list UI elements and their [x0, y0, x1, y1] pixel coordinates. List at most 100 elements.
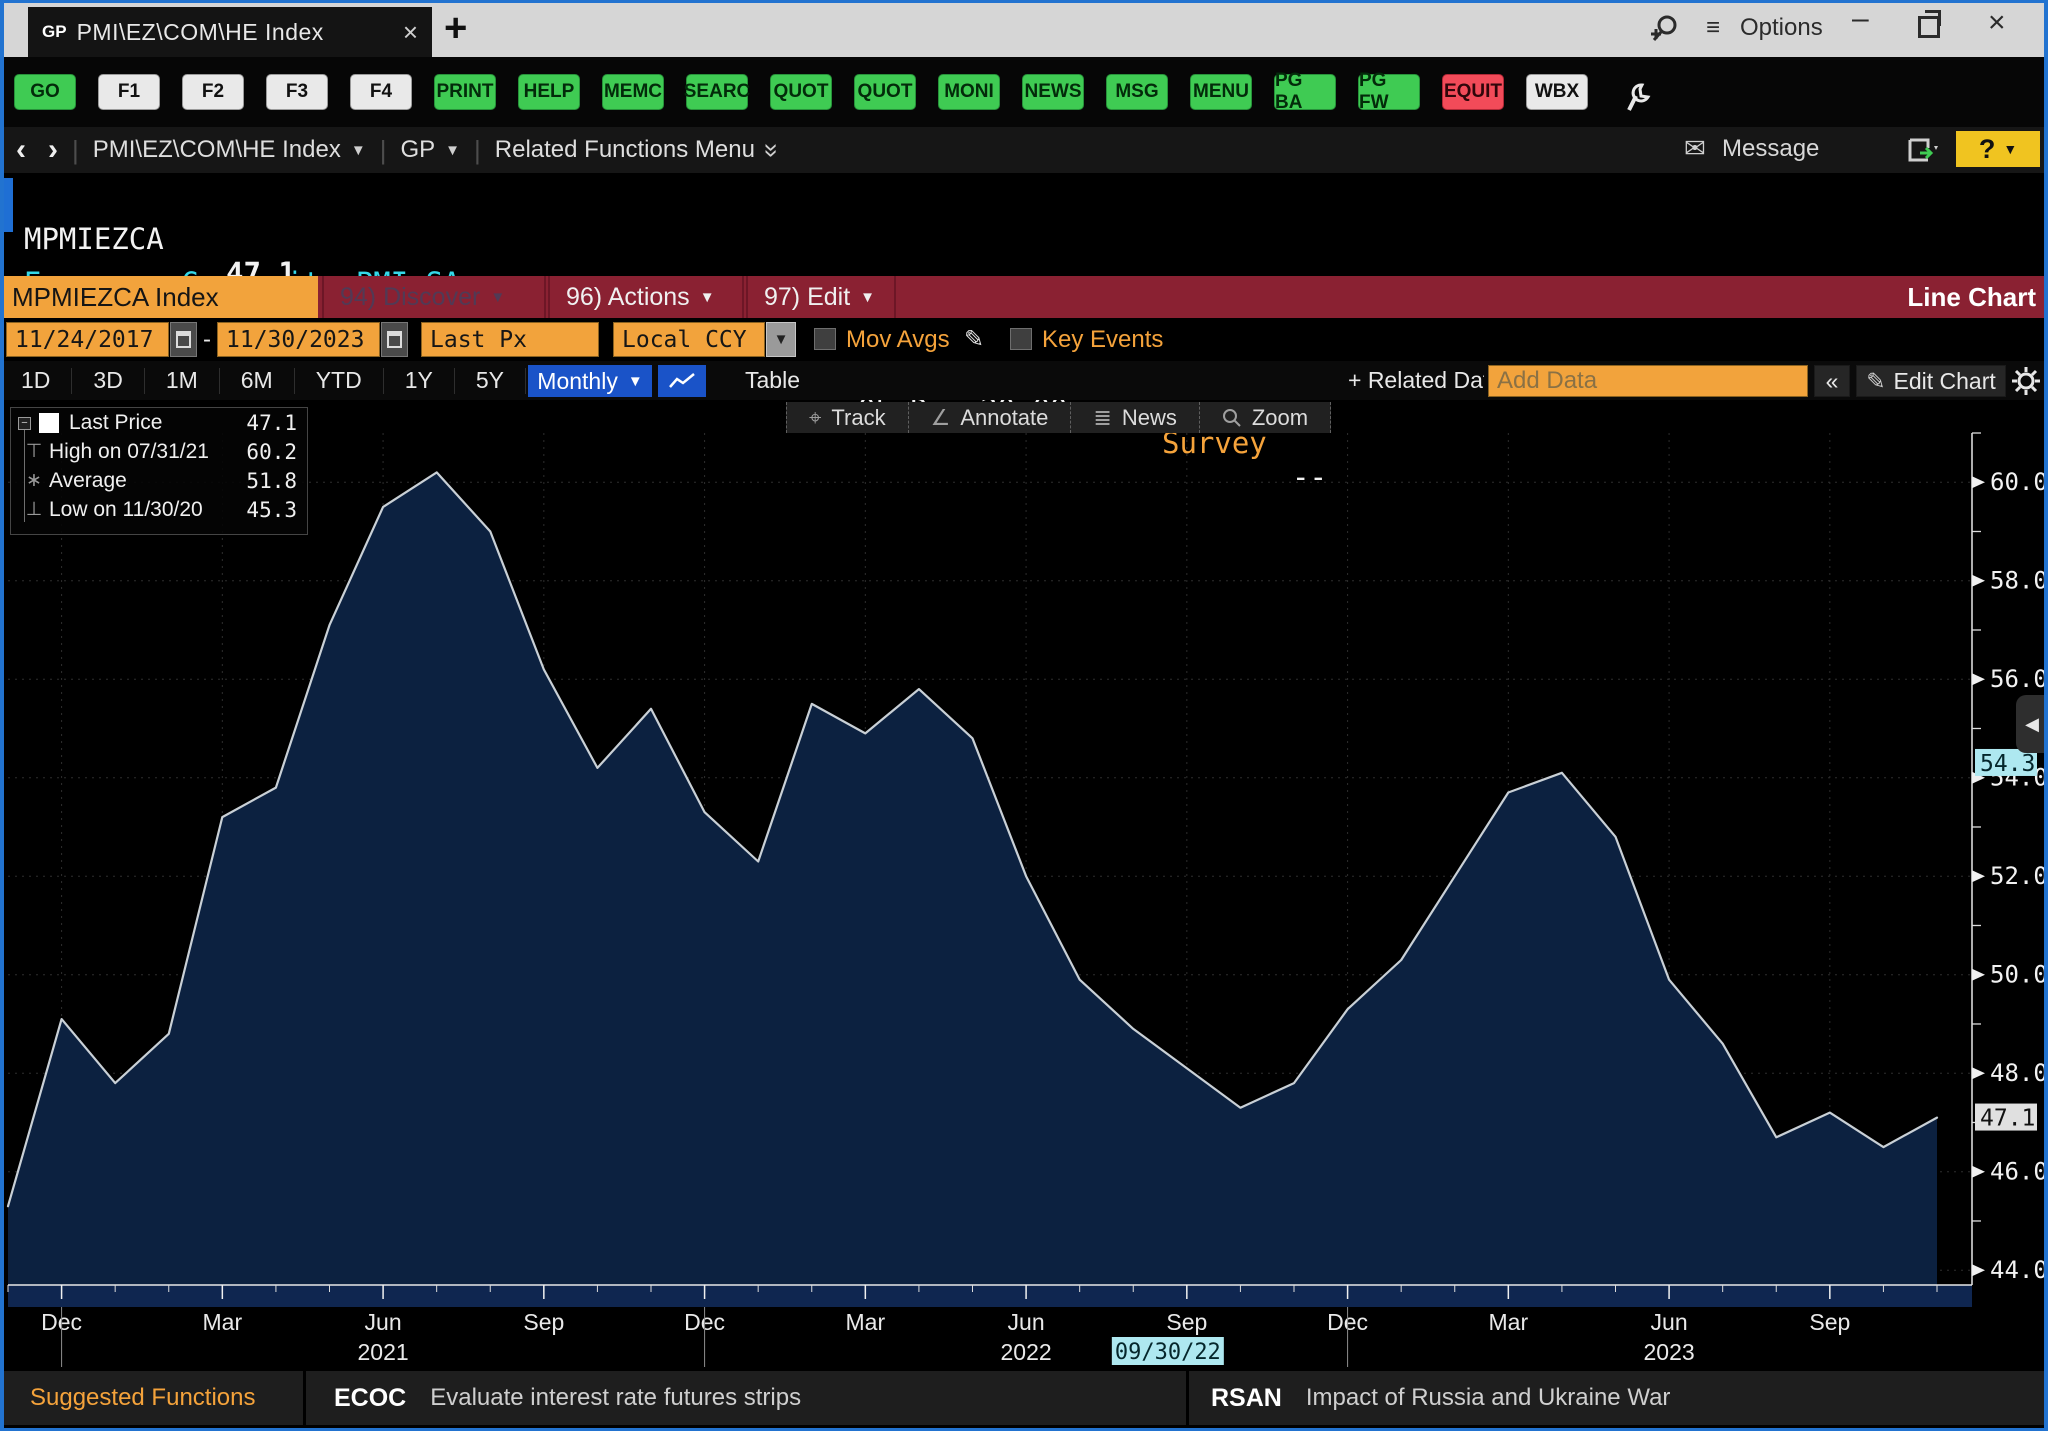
- pencil-icon[interactable]: ✎: [964, 318, 984, 361]
- range-tab-1y[interactable]: 1Y: [384, 368, 455, 394]
- chart-plot-area[interactable]: DecMarJun2021SepDecMarJun2022Sep09/30/22…: [0, 400, 2048, 1371]
- security-breadcrumb[interactable]: PMI\EZ\COM\HE Index: [93, 136, 341, 164]
- fkey-wbx[interactable]: WBX: [1526, 74, 1588, 110]
- key-events-checkbox[interactable]: [1010, 328, 1032, 350]
- fkey-moni[interactable]: MONI: [938, 74, 1000, 110]
- hamburger-icon[interactable]: ≡: [1706, 14, 1720, 42]
- fkey-go[interactable]: GO: [14, 74, 76, 110]
- currency-selector[interactable]: Local CCY: [613, 322, 765, 357]
- range-tab-1m[interactable]: 1M: [145, 368, 220, 394]
- collapse-toolbar-button[interactable]: «: [1814, 365, 1850, 397]
- date-tracker-label: 09/30/22: [1115, 1340, 1221, 1365]
- new-tab-button[interactable]: +: [444, 8, 467, 48]
- calendar-icon[interactable]: [381, 322, 408, 357]
- range-tab-3d[interactable]: 3D: [72, 368, 144, 394]
- track-crosshair-icon: ⌖: [809, 405, 821, 431]
- date-to-field[interactable]: 11/30/2023: [217, 322, 380, 357]
- series-color-swatch: [39, 413, 59, 433]
- range-tab-5y[interactable]: 5Y: [455, 368, 526, 394]
- suggested-item-rsan[interactable]: RSAN Impact of Russia and Ukraine War: [1189, 1371, 2048, 1425]
- currency-dropdown-icon[interactable]: ▼: [766, 322, 796, 357]
- y-axis-label: 44.0: [1990, 1256, 2048, 1284]
- related-data-button[interactable]: + Related Data: [1348, 361, 1484, 400]
- y-tick-arrow: [1972, 1067, 1985, 1079]
- search-icon[interactable]: [1648, 12, 1682, 46]
- y-tick-arrow: [1972, 575, 1985, 587]
- side-panel-handle[interactable]: ◀: [2016, 695, 2048, 753]
- edit-menu[interactable]: 97) Edit ▼: [746, 276, 896, 318]
- fkey-news[interactable]: NEWS: [1022, 74, 1084, 110]
- mov-avgs-label[interactable]: Mov Avgs: [846, 318, 950, 361]
- news-button[interactable]: ≣ News: [1070, 402, 1198, 433]
- track-button[interactable]: ⌖ Track: [786, 402, 908, 433]
- wrench-icon[interactable]: [1622, 82, 1652, 114]
- back-icon[interactable]: ‹: [16, 133, 26, 167]
- frequency-selector[interactable]: Monthly ▼: [528, 365, 652, 397]
- chart-style-button[interactable]: [658, 365, 706, 397]
- fkey-searc[interactable]: SEARC: [686, 74, 748, 110]
- restore-button[interactable]: [1918, 16, 1940, 38]
- controls-row: 11/24/2017 - 11/30/2023 Last Px Local CC…: [0, 318, 2048, 361]
- date-from-field[interactable]: 11/24/2017: [6, 322, 169, 357]
- help-button[interactable]: ? ▼: [1956, 131, 2040, 167]
- table-button[interactable]: Table: [745, 361, 800, 400]
- security-field[interactable]: MPMIEZCA Index: [0, 276, 318, 318]
- gear-icon[interactable]: [2010, 366, 2042, 396]
- fkey-help[interactable]: HELP: [518, 74, 580, 110]
- tab-close-icon[interactable]: ×: [403, 17, 418, 48]
- fkey-pg-ba[interactable]: PG BA: [1274, 74, 1336, 110]
- y-tick-arrow: [1972, 969, 1985, 981]
- price-field-selector[interactable]: Last Px: [421, 322, 599, 357]
- suggested-functions-panel[interactable]: Suggested Functions: [0, 1371, 303, 1425]
- fkey-f4[interactable]: F4: [350, 74, 412, 110]
- y-axis-label: 60.0: [1990, 468, 2048, 496]
- chevron-down-icon: ▼: [490, 289, 505, 306]
- high-marker-icon: ⊤: [19, 440, 49, 463]
- discover-menu[interactable]: 94) Discover ▼: [322, 276, 546, 318]
- mov-avgs-checkbox[interactable]: [814, 328, 836, 350]
- fkey-f2[interactable]: F2: [182, 74, 244, 110]
- x-axis-label: Mar: [1489, 1309, 1529, 1335]
- annotate-button[interactable]: ∠ Annotate: [908, 402, 1071, 433]
- options-menu[interactable]: Options: [1740, 14, 1823, 42]
- message-label[interactable]: Message: [1722, 135, 1819, 163]
- edit-chart-button[interactable]: ✎ Edit Chart: [1856, 365, 2006, 397]
- fkey-print[interactable]: PRINT: [434, 74, 496, 110]
- function-breadcrumb[interactable]: GP: [400, 136, 435, 164]
- y-tick-arrow: [1972, 673, 1985, 685]
- actions-menu[interactable]: 96) Actions ▼: [548, 276, 744, 318]
- related-functions-menu[interactable]: Related Functions Menu: [495, 136, 755, 164]
- add-data-input[interactable]: [1488, 365, 1808, 397]
- terminal-tab[interactable]: GP PMI\EZ\COM\HE Index ×: [28, 7, 432, 57]
- fkey-quot[interactable]: QUOT: [770, 74, 832, 110]
- range-tab-ytd[interactable]: YTD: [295, 368, 384, 394]
- suggested-item-ecoc[interactable]: ECOC Evaluate interest rate futures stri…: [306, 1371, 1186, 1425]
- legend-row-high[interactable]: ⊤ High on 07/31/21 60.2: [11, 437, 307, 466]
- fkey-msg[interactable]: MSG: [1106, 74, 1168, 110]
- bloomberg-terminal-window: GP PMI\EZ\COM\HE Index × + ≡ Options – ×…: [0, 0, 2048, 1431]
- range-tab-1d[interactable]: 1D: [0, 368, 72, 394]
- function-key-row: GO F1 F2 F3 F4 PRINT HELP MEMC SEARC QUOT QUOT MONI…: [0, 57, 2048, 127]
- fkey-menu[interactable]: MENU: [1190, 74, 1252, 110]
- zoom-button[interactable]: Zoom: [1199, 402, 1331, 433]
- y-axis-label: 50.0: [1990, 961, 2048, 989]
- range-tab-6m[interactable]: 6M: [220, 368, 295, 394]
- fkey-equit[interactable]: EQUIT: [1442, 74, 1504, 110]
- close-window-button[interactable]: ×: [1988, 6, 2006, 40]
- minimize-button[interactable]: –: [1852, 2, 1869, 36]
- legend-row-low[interactable]: ⊥ Low on 11/30/20 45.3: [11, 495, 307, 524]
- fkey-quot[interactable]: QUOT: [854, 74, 916, 110]
- fkey-pg-fw[interactable]: PG FW: [1358, 74, 1420, 110]
- fkey-f1[interactable]: F1: [98, 74, 160, 110]
- chevron-down-icon: ▼: [860, 289, 875, 306]
- forward-icon[interactable]: ›: [48, 133, 58, 167]
- fkey-memc[interactable]: MEMC: [602, 74, 664, 110]
- legend-row-average[interactable]: ∗ Average 51.8: [11, 466, 307, 495]
- fkey-f3[interactable]: F3: [266, 74, 328, 110]
- legend-row-last-price[interactable]: Last Price 47.1: [11, 408, 307, 437]
- key-events-label[interactable]: Key Events: [1042, 318, 1163, 361]
- tab-title: PMI\EZ\COM\HE Index: [77, 19, 324, 46]
- message-envelope-icon[interactable]: ✉: [1684, 133, 1706, 164]
- calendar-icon[interactable]: [170, 322, 197, 357]
- export-panel-icon[interactable]: [1906, 134, 1940, 166]
